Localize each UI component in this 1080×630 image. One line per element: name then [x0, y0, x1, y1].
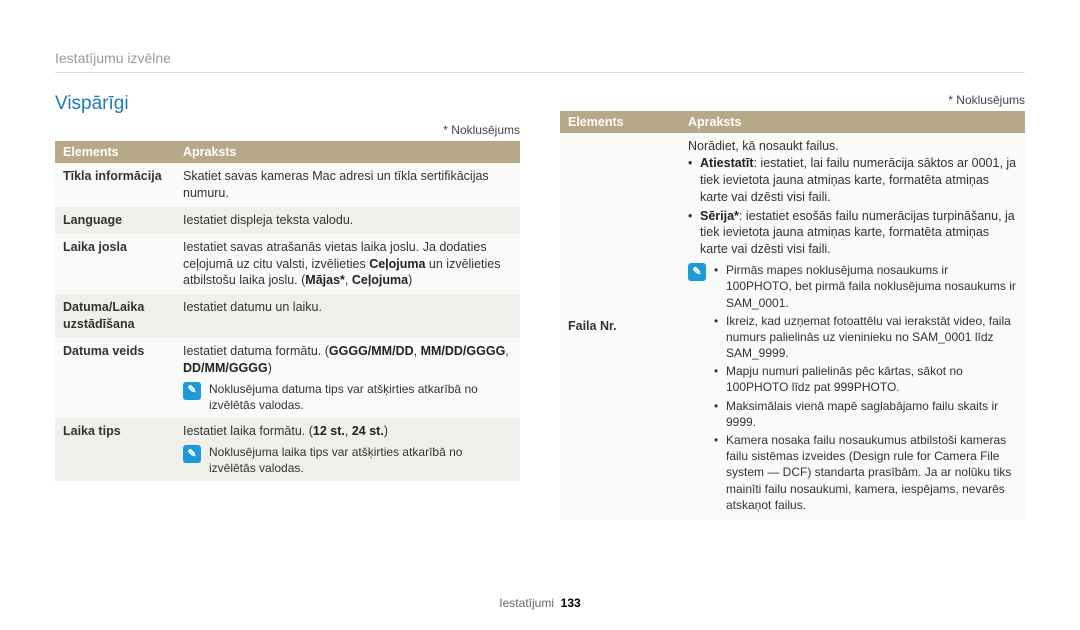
label-cell: Datuma/Laika uzstādīšana	[55, 294, 175, 338]
note-bullet: Ikreiz, kad uzņemat fotoattēlu vai ierak…	[714, 313, 1017, 362]
intro-text: Norādiet, kā nosaukt failus.	[688, 138, 1017, 155]
note-bullet: Kamera nosaka failu nosaukumus atbilstoš…	[714, 432, 1017, 513]
desc-cell: Skatiet savas kameras Mac adresi un tīkl…	[175, 163, 520, 207]
label-cell: Faila Nr.	[560, 133, 680, 520]
note-bullet: Maksimālais vienā mapē saglabājamo failu…	[714, 398, 1017, 430]
label-cell: Laika josla	[55, 234, 175, 295]
note-box: ✎ Noklusējuma datuma tips var atšķirties…	[183, 381, 512, 413]
desc-cell: Iestatiet datumu un laiku.	[175, 294, 520, 338]
th-apraksts: Apraksts	[175, 141, 520, 163]
note-text: Noklusējuma laika tips var atšķirties at…	[209, 444, 512, 476]
desc-cell: Iestatiet savas atrašanās vietas laika j…	[175, 234, 520, 295]
page-number: 133	[561, 596, 581, 610]
label-cell: Tīkla informācija	[55, 163, 175, 207]
row-laika-josla: Laika josla Iestatiet savas atrašanās vi…	[55, 234, 520, 295]
label-cell: Laika tips	[55, 418, 175, 481]
info-icon: ✎	[183, 445, 201, 463]
th-apraksts: Apraksts	[680, 111, 1025, 133]
section-heading: Vispārīgi	[55, 93, 520, 115]
default-note-left: * Noklusējums	[55, 123, 520, 137]
left-table: Elements Apraksts Tīkla informācija Skat…	[55, 141, 520, 481]
note-bullet: Pirmās mapes noklusējuma nosaukums ir 10…	[714, 262, 1017, 311]
note-bullets: Pirmās mapes noklusējuma nosaukums ir 10…	[714, 262, 1017, 513]
left-column: Vispārīgi * Noklusējums Elements Aprakst…	[55, 93, 520, 520]
note-box: ✎ Noklusējuma laika tips var atšķirties …	[183, 444, 512, 476]
footer-section: Iestatījumi	[499, 596, 554, 610]
note-text: Noklusējuma datuma tips var atšķirties a…	[209, 381, 512, 413]
row-language: Language Iestatiet displeja teksta valod…	[55, 207, 520, 234]
th-elements: Elements	[560, 111, 680, 133]
right-column: * Noklusējums Elements Apraksts Faila Nr…	[560, 93, 1025, 520]
row-tikla-informacija: Tīkla informācija Skatiet savas kameras …	[55, 163, 520, 207]
note-box: ✎ Pirmās mapes noklusējuma nosaukums ir …	[688, 262, 1017, 515]
page-footer: Iestatījumi 133	[0, 596, 1080, 610]
info-icon: ✎	[688, 263, 706, 281]
option-list: Atiestatīt: iestatiet, lai failu numerāc…	[688, 155, 1017, 258]
default-note-right: * Noklusējums	[560, 93, 1025, 107]
note-bullet: Mapju numuri palielinās pēc kārtas, sāko…	[714, 363, 1017, 395]
label-cell: Datuma veids	[55, 338, 175, 418]
label-cell: Language	[55, 207, 175, 234]
row-datuma-laika-uzstadisana: Datuma/Laika uzstādīšana Iestatiet datum…	[55, 294, 520, 338]
desc-cell: Iestatiet laika formātu. (12 st., 24 st.…	[175, 418, 520, 481]
th-elements: Elements	[55, 141, 175, 163]
desc-cell: Iestatiet displeja teksta valodu.	[175, 207, 520, 234]
row-datuma-veids: Datuma veids Iestatiet datuma formātu. (…	[55, 338, 520, 418]
info-icon: ✎	[183, 382, 201, 400]
desc-cell: Iestatiet datuma formātu. (GGGG/MM/DD, M…	[175, 338, 520, 418]
row-laika-tips: Laika tips Iestatiet laika formātu. (12 …	[55, 418, 520, 481]
desc-cell: Norādiet, kā nosaukt failus. Atiestatīt:…	[680, 133, 1025, 520]
row-faila-nr: Faila Nr. Norādiet, kā nosaukt failus. A…	[560, 133, 1025, 520]
right-table: Elements Apraksts Faila Nr. Norādiet, kā…	[560, 111, 1025, 520]
breadcrumb: Iestatījumu izvēlne	[55, 50, 1025, 73]
